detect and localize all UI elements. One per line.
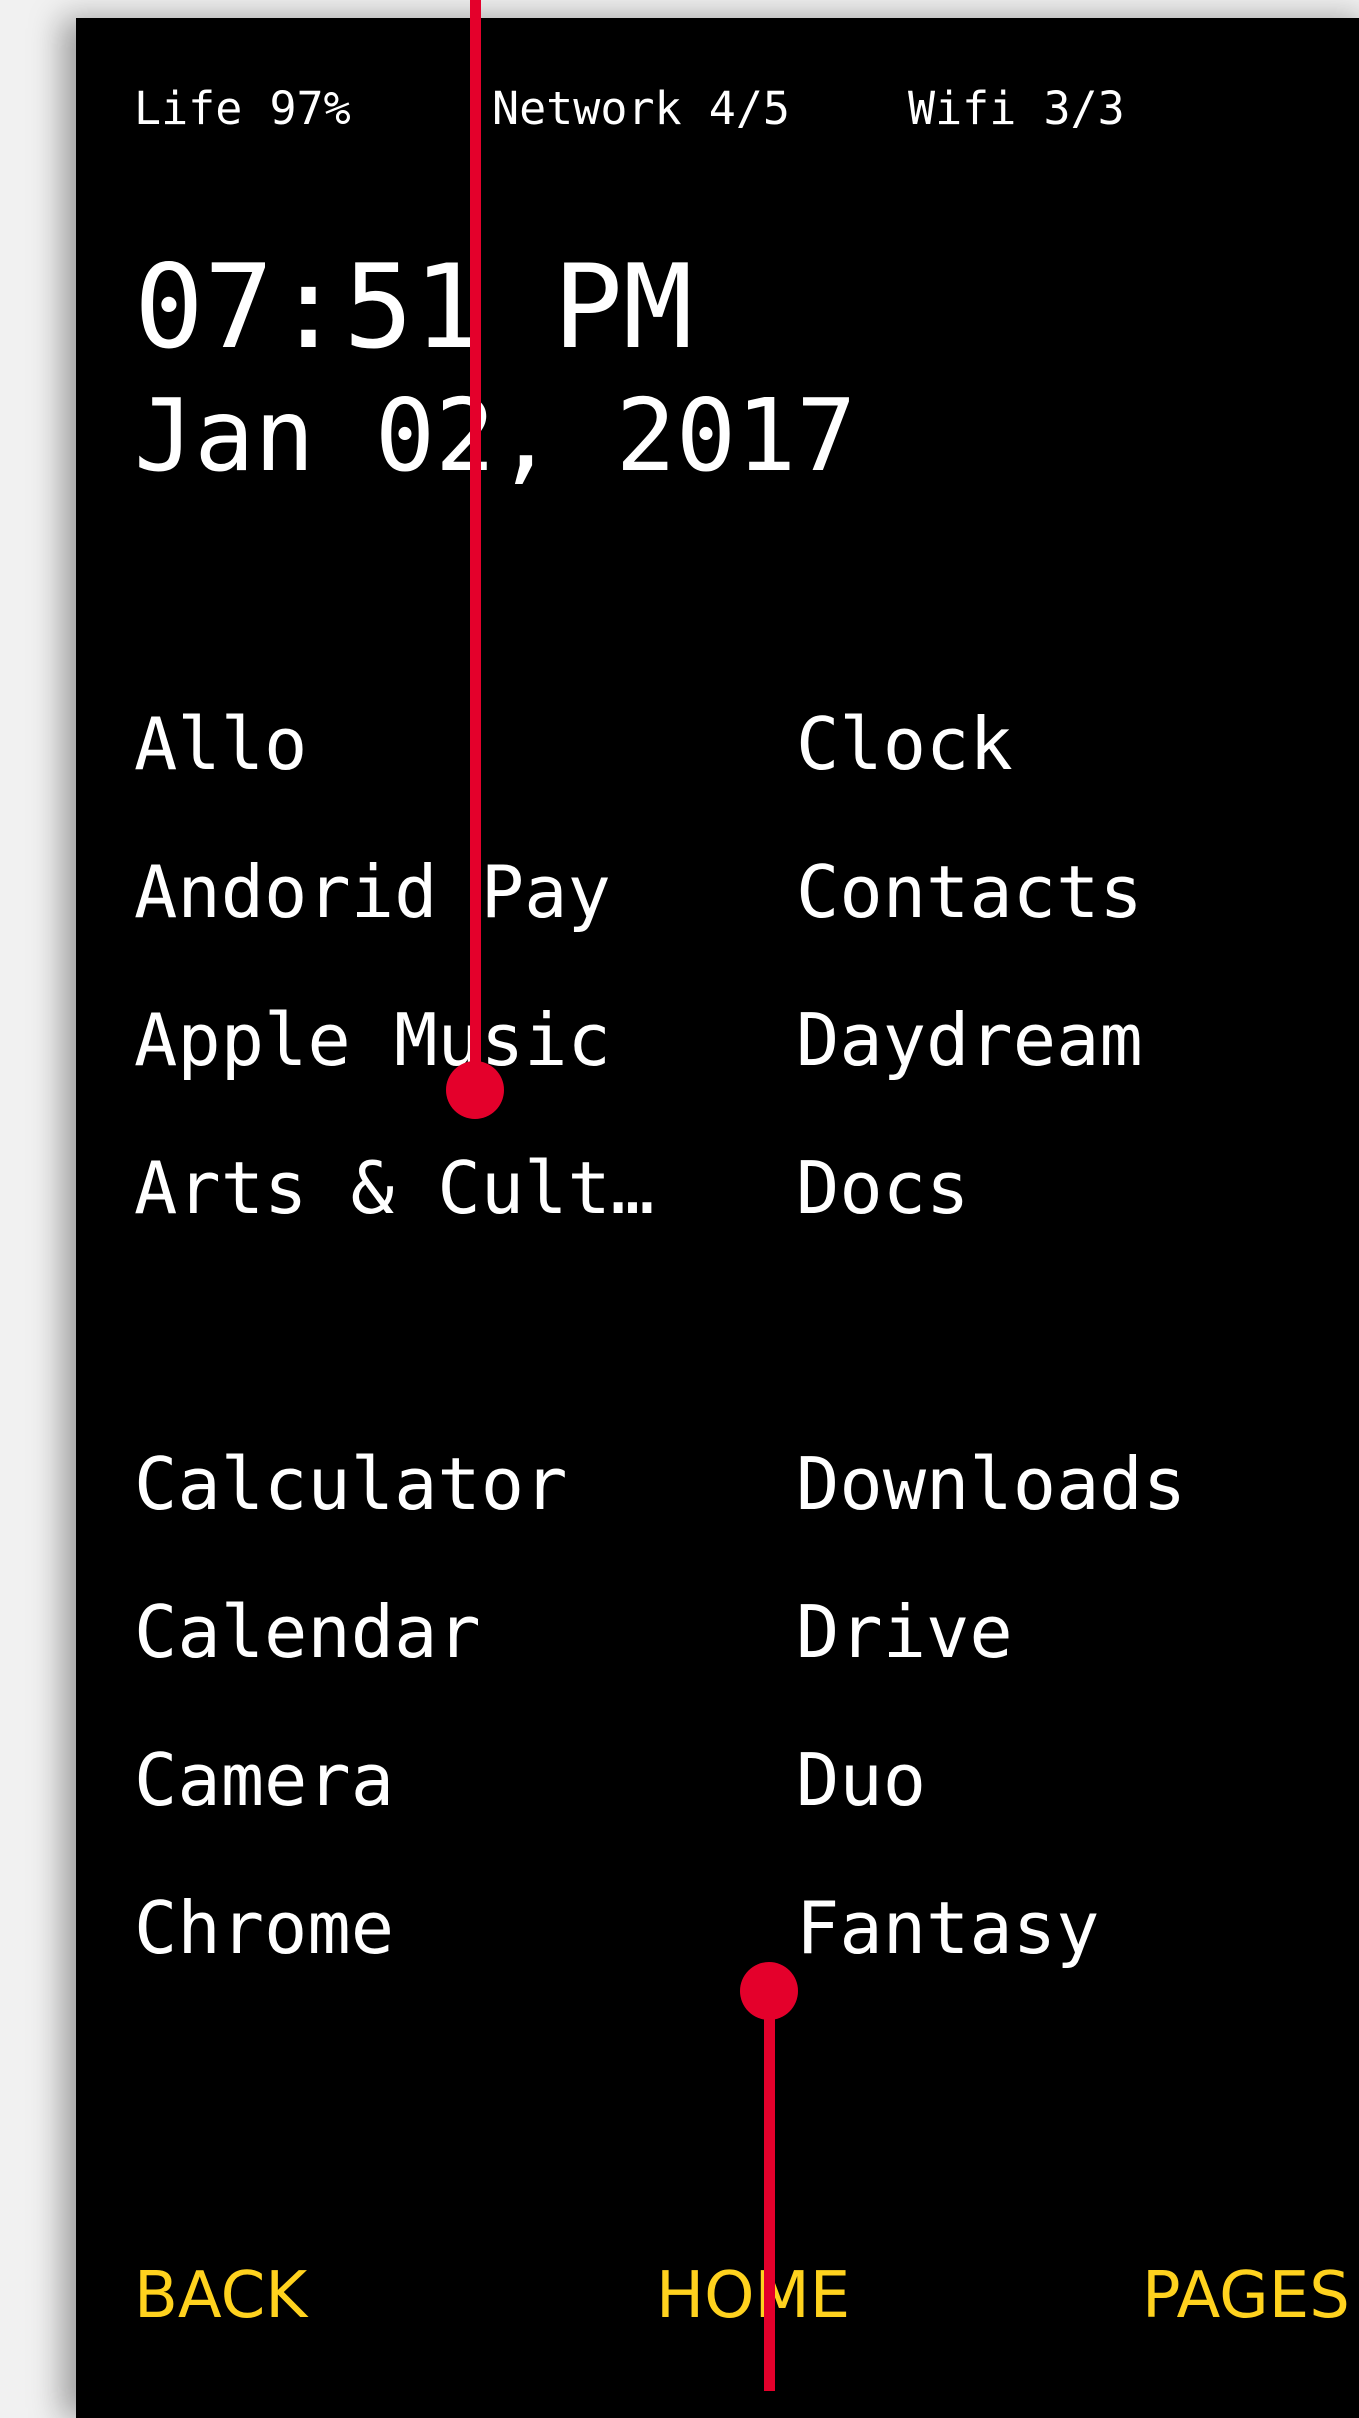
annotation-line-top xyxy=(470,0,481,1090)
app-calendar[interactable]: Calendar xyxy=(134,1596,481,1668)
network-status: Network 4/5 xyxy=(492,82,791,135)
app-arts-culture[interactable]: Arts & Cult… xyxy=(134,1152,654,1224)
clock-date[interactable]: Jan 02, 2017 xyxy=(134,386,856,486)
app-android-pay[interactable]: Andorid Pay xyxy=(134,856,611,928)
app-allo[interactable]: Allo xyxy=(134,708,307,780)
app-calculator[interactable]: Calculator xyxy=(134,1448,567,1520)
app-apple-music[interactable]: Apple Music xyxy=(134,1004,611,1076)
app-chrome[interactable]: Chrome xyxy=(134,1892,394,1964)
app-contacts[interactable]: Contacts xyxy=(796,856,1143,928)
app-camera[interactable]: Camera xyxy=(134,1744,394,1816)
app-daydream[interactable]: Daydream xyxy=(796,1004,1143,1076)
app-clock[interactable]: Clock xyxy=(796,708,1013,780)
app-drive[interactable]: Drive xyxy=(796,1596,1013,1668)
clock-time[interactable]: 07:51 PM xyxy=(134,250,693,366)
launcher-screen: Life 97% Network 4/5 Wifi 3/3 07:51 PM J… xyxy=(76,18,1359,2418)
annotation-dot-top xyxy=(446,1061,504,1119)
battery-status: Life 97% xyxy=(134,82,351,135)
back-button[interactable]: BACK xyxy=(134,2264,307,2328)
app-duo[interactable]: Duo xyxy=(796,1744,926,1816)
annotation-line-bottom xyxy=(764,1990,775,2391)
app-fantasy[interactable]: Fantasy xyxy=(796,1892,1099,1964)
app-downloads[interactable]: Downloads xyxy=(796,1448,1186,1520)
home-button[interactable]: HOME xyxy=(656,2264,850,2328)
app-docs[interactable]: Docs xyxy=(796,1152,969,1224)
pages-button[interactable]: PAGES xyxy=(1142,2264,1350,2328)
wifi-status: Wifi 3/3 xyxy=(908,82,1125,135)
annotation-dot-bottom xyxy=(740,1962,798,2020)
